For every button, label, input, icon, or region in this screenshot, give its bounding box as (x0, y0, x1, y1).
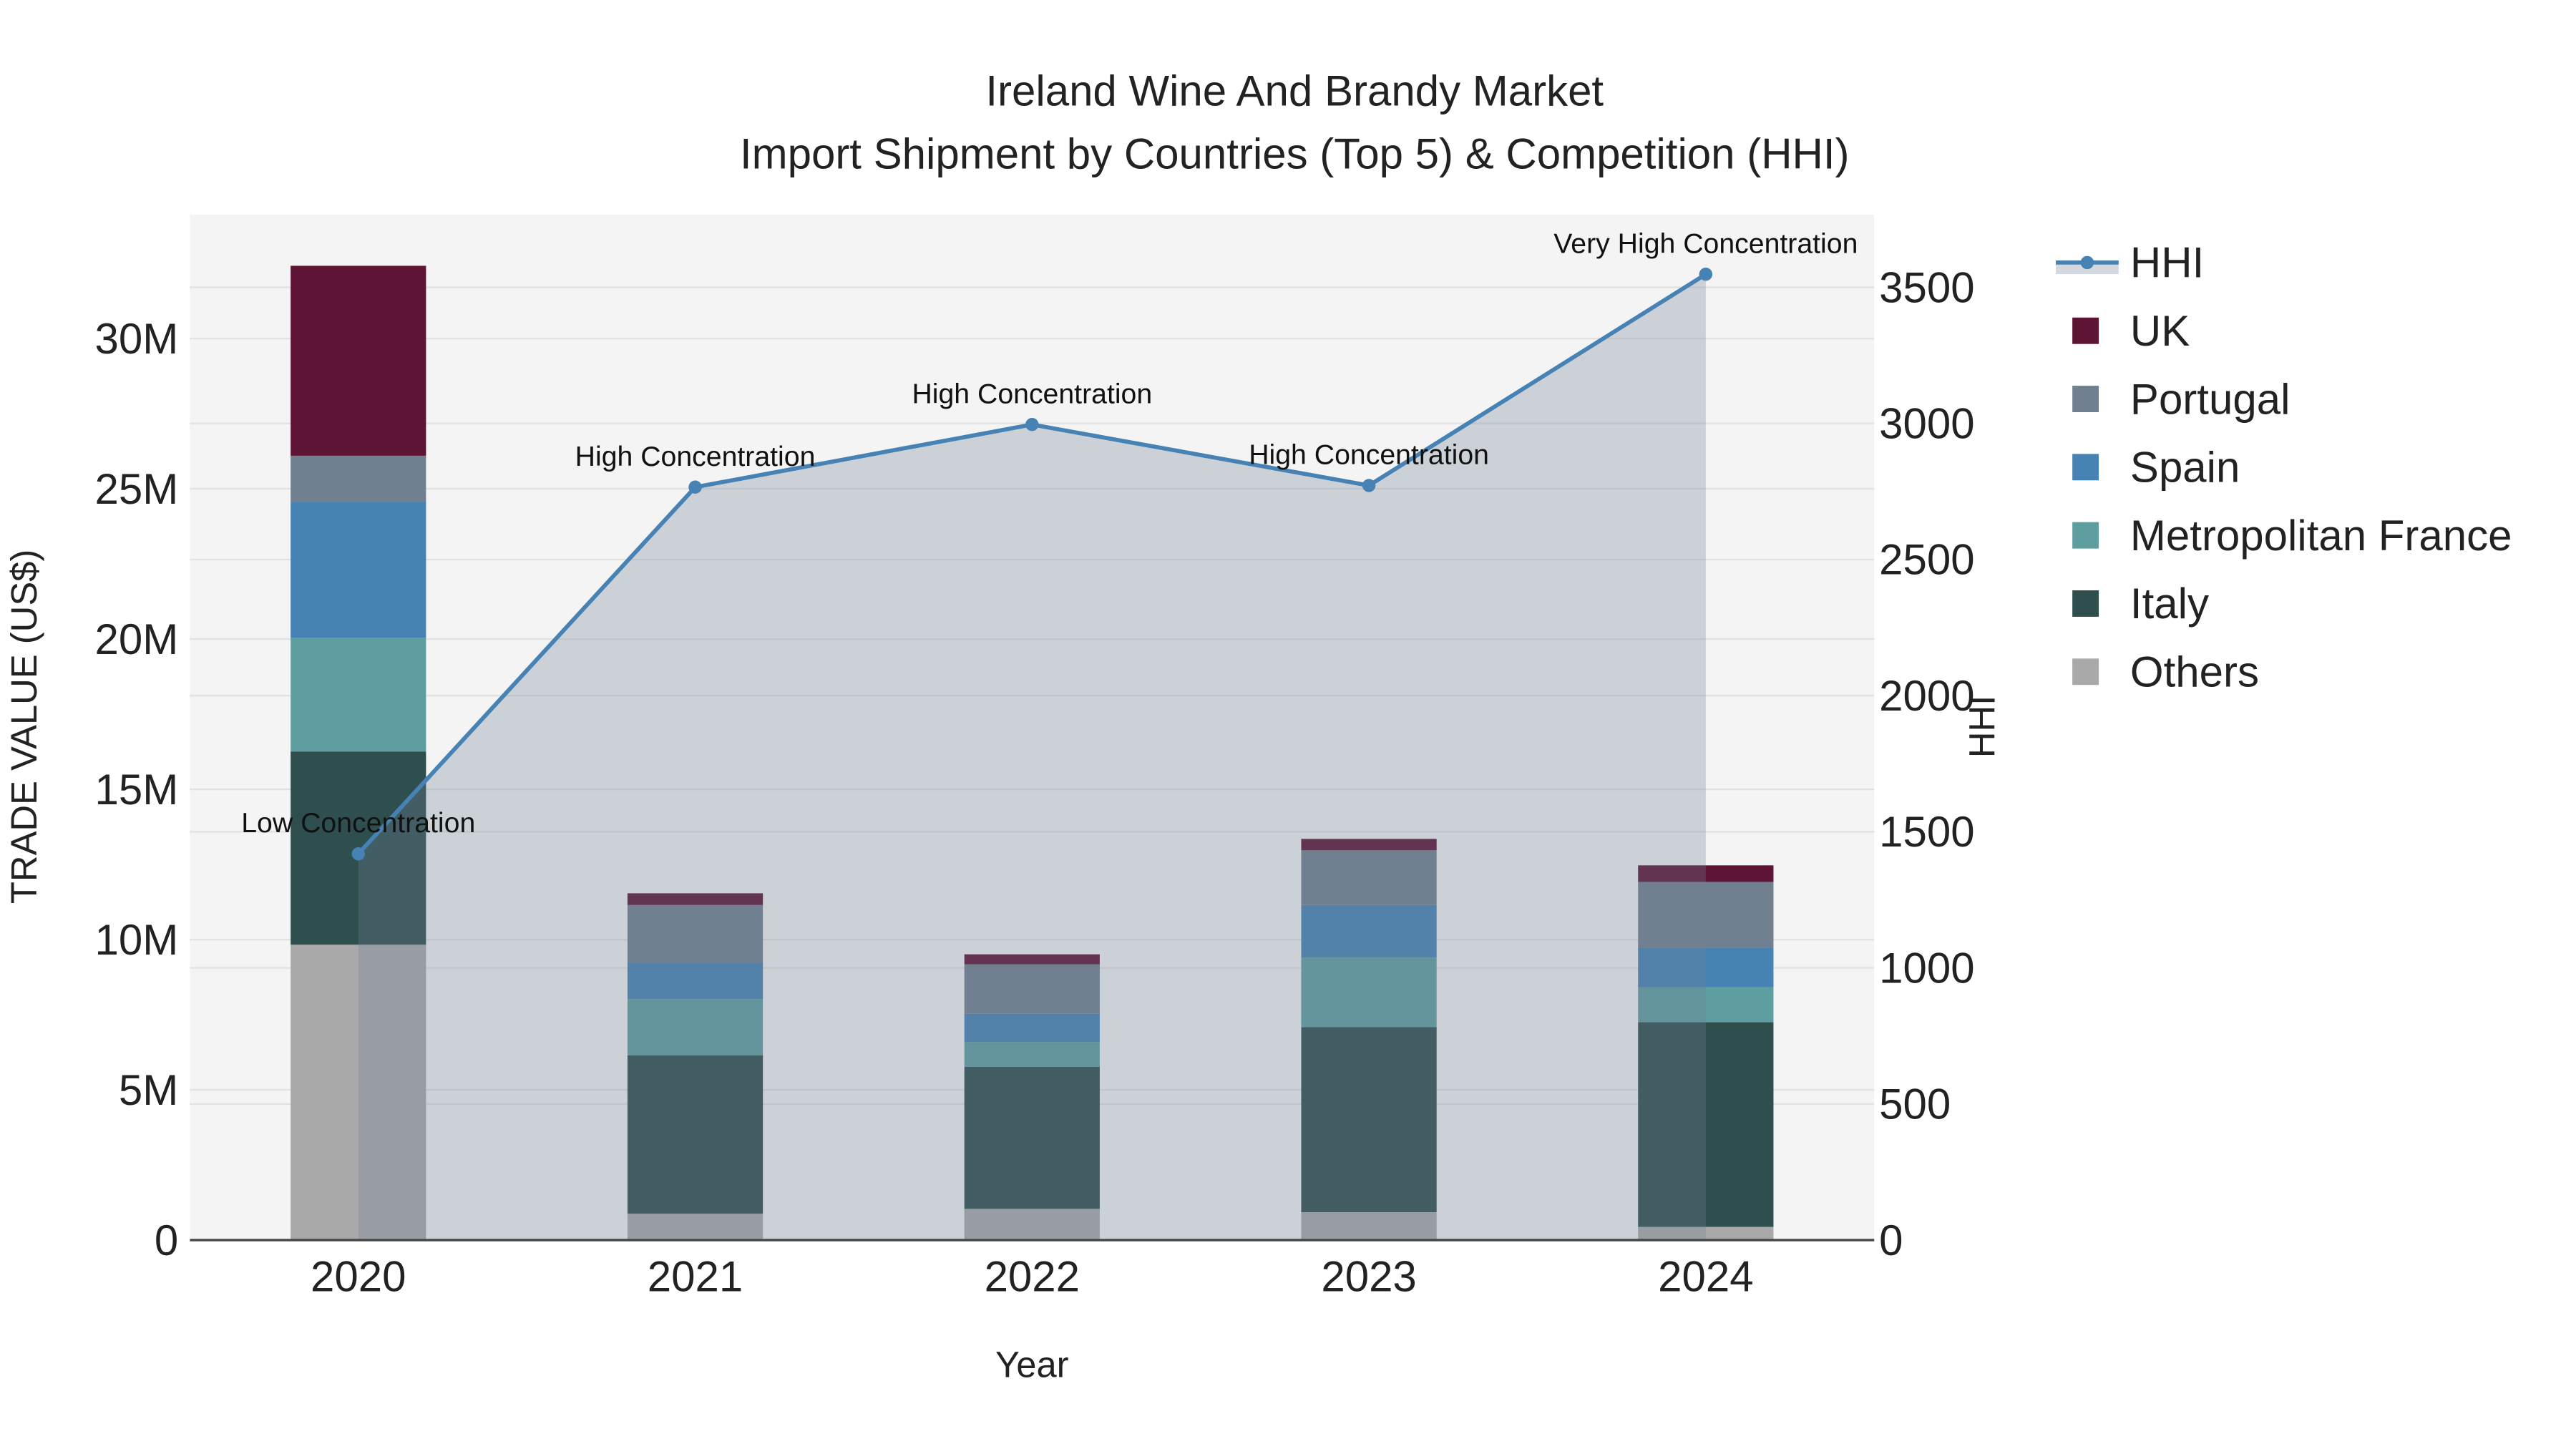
y2-axis-label: HHI (1962, 696, 2003, 758)
hhi-point-2021 (688, 480, 702, 494)
legend-swatch-portugal (2072, 386, 2099, 412)
y-tick-label: 15M (95, 766, 179, 814)
y-tick-label: 5M (119, 1066, 178, 1114)
bar-uk-2020 (291, 265, 426, 456)
y-axis-label: TRADE VALUE (US$) (4, 550, 44, 904)
y2-tick-label: 1000 (1879, 944, 1974, 992)
legend-label: Portugal (2130, 375, 2290, 423)
hhi-annotation: High Concentration (575, 441, 816, 472)
legend-label: UK (2130, 307, 2190, 355)
hhi-annotation: Low Concentration (241, 807, 475, 839)
legend-swatch-others (2072, 658, 2099, 686)
x-tick-label: 2024 (1658, 1253, 1753, 1301)
x-tick-label: 2023 (1321, 1253, 1416, 1301)
chart-subtitle: Import Shipment by Countries (Top 5) & C… (740, 130, 1850, 177)
y-tick-label: 10M (95, 916, 179, 964)
hhi-annotation: Very High Concentration (1553, 228, 1858, 259)
y2-tick-label: 0 (1879, 1216, 1903, 1264)
y-tick-label: 30M (95, 315, 179, 363)
x-tick-label: 2021 (648, 1253, 743, 1301)
legend-swatch-spain (2072, 454, 2099, 481)
hhi-point-2024 (1699, 268, 1713, 281)
legend-label: Others (2130, 648, 2259, 696)
y2-tick-label: 3500 (1879, 263, 1974, 311)
legend-label: Spain (2130, 444, 2240, 492)
legend-hhi-marker (2080, 255, 2094, 270)
x-axis-label: Year (995, 1345, 1069, 1385)
bar-spain-2020 (291, 502, 426, 638)
hhi-annotation: High Concentration (912, 378, 1152, 409)
y2-tick-label: 3000 (1879, 400, 1974, 448)
y2-tick-label: 1500 (1879, 808, 1974, 856)
hhi-point-2020 (351, 847, 365, 861)
y-tick-label: 0 (155, 1216, 178, 1264)
legend: HHI UK Portugal Spain Metropolitan France Ita… (2056, 239, 2512, 696)
x-tick-label: 2022 (985, 1253, 1080, 1301)
x-tick-label: 2020 (311, 1253, 406, 1301)
y2-tick-label: 2500 (1879, 536, 1974, 584)
bar-portugal-2020 (291, 455, 426, 502)
chart: Ireland Wine And Brandy Market Import Sh… (4, 67, 2512, 1385)
chart-title: Ireland Wine And Brandy Market (985, 67, 1604, 115)
legend-swatch-metropolitan-france (2072, 522, 2099, 549)
y-tick-label: 20M (95, 615, 179, 663)
legend-label: HHI (2130, 239, 2204, 287)
y2-tick-label: 500 (1879, 1080, 1951, 1128)
hhi-annotation: High Concentration (1249, 439, 1489, 470)
bar-metropolitan-france-2020 (291, 637, 426, 752)
y2-axis-ticks: 0 500 1000 1500 2000 2500 3000 3500 (1879, 263, 1974, 1264)
hhi-point-2023 (1362, 479, 1376, 492)
legend-label: Italy (2130, 580, 2209, 628)
y-axis-ticks: 0 5M 10M 15M 20M 25M 30M (95, 315, 179, 1264)
y-tick-label: 25M (95, 465, 179, 513)
legend-label: Metropolitan France (2130, 512, 2512, 560)
y2-tick-label: 2000 (1879, 672, 1974, 720)
hhi-point-2022 (1025, 418, 1039, 431)
x-axis-ticks: 2020 2021 2022 2023 2024 (311, 1253, 1754, 1301)
legend-swatch-italy (2072, 590, 2099, 617)
legend-swatch-uk (2072, 317, 2099, 344)
